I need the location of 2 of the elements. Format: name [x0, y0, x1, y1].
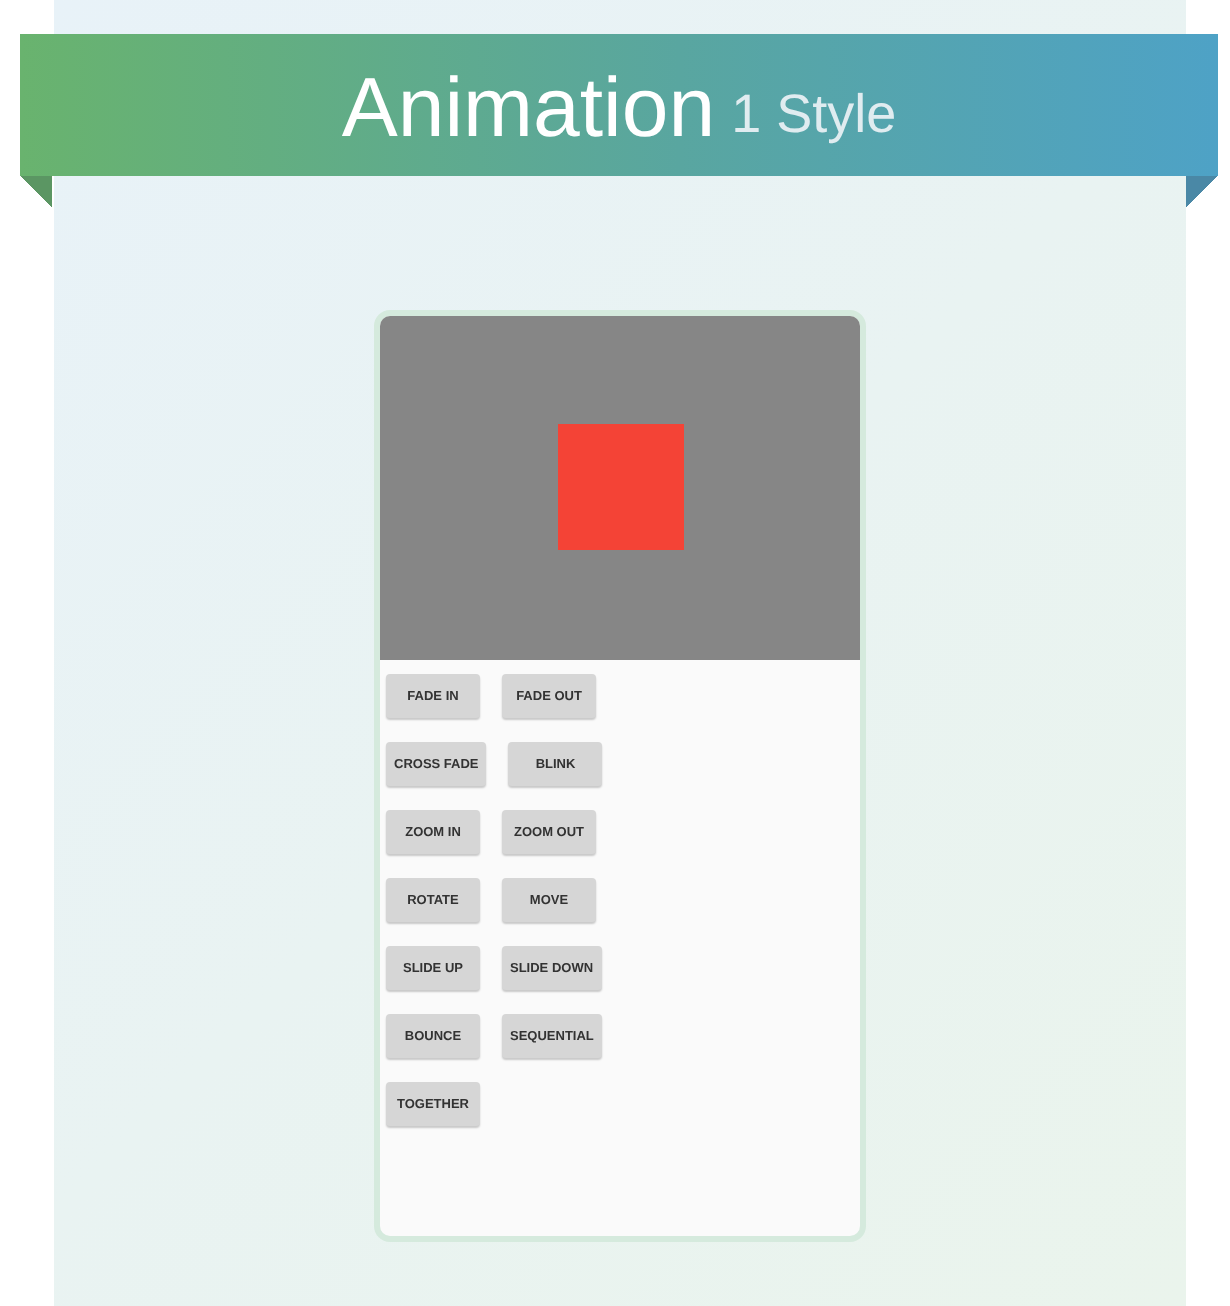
banner-subtitle: 1 Style	[731, 82, 897, 146]
banner-title: Animation	[341, 57, 716, 155]
